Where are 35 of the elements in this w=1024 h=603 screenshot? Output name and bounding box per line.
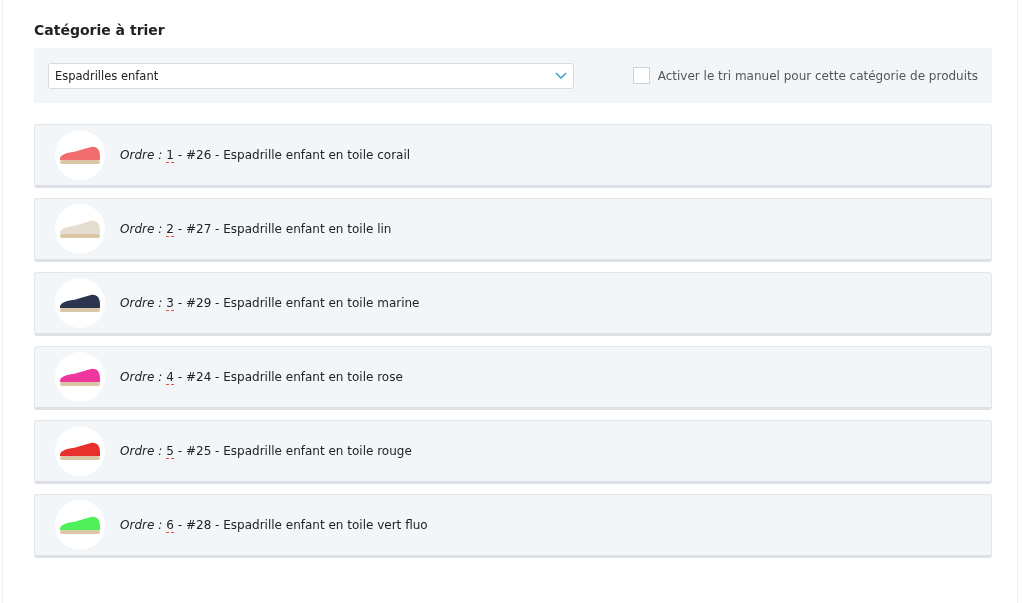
product-title: - #27 - Espadrille enfant en toile lin bbox=[177, 222, 392, 236]
order-label: Ordre : bbox=[120, 370, 163, 384]
shoe-drawing bbox=[57, 218, 103, 240]
product-title: - #29 - Espadrille enfant en toile marine bbox=[177, 296, 420, 310]
product-row[interactable]: Ordre : 4 - #24 - Espadrille enfant en toile rose bbox=[34, 346, 992, 410]
category-select[interactable]: Espadrilles enfant bbox=[48, 62, 574, 89]
section-heading: Catégorie à trier bbox=[34, 22, 166, 38]
order-label: Ordre : bbox=[120, 296, 163, 310]
order-label: Ordre : bbox=[120, 518, 163, 532]
order-number[interactable]: 5 bbox=[166, 443, 174, 459]
shoe-drawing bbox=[57, 144, 103, 166]
manual-sort-checkbox[interactable] bbox=[632, 67, 650, 84]
product-row[interactable]: Ordre : 1 - #26 - Espadrille enfant en toile corail bbox=[34, 124, 992, 188]
product-title: - #26 - Espadrille enfant en toile corail bbox=[177, 148, 411, 162]
shoe-drawing bbox=[57, 366, 103, 388]
order-number[interactable]: 1 bbox=[166, 147, 174, 163]
shoe-drawing bbox=[57, 292, 103, 314]
order-label: Ordre : bbox=[120, 222, 163, 236]
product-row[interactable]: Ordre : 6 - #28 - Espadrille enfant en toile vert fluo bbox=[34, 494, 992, 558]
product-title: - #25 - Espadrille enfant en toile rouge bbox=[177, 444, 412, 458]
shoe-drawing bbox=[57, 440, 103, 462]
order-number[interactable]: 4 bbox=[166, 369, 174, 385]
checkbox-label: Activer le tri manuel pour cette catégorie de produits bbox=[657, 68, 978, 83]
order-number[interactable]: 2 bbox=[166, 221, 174, 237]
order-number[interactable]: 6 bbox=[166, 517, 174, 533]
product-row[interactable]: Ordre : 3 - #29 - Espadrille enfant en toile marine bbox=[34, 272, 992, 336]
product-title: - #24 - Espadrille enfant en toile rose bbox=[177, 370, 403, 384]
product-title: - #28 - Espadrille enfant en toile vert fluo bbox=[177, 518, 428, 532]
order-label: Ordre : bbox=[120, 444, 163, 458]
order-number[interactable]: 3 bbox=[166, 295, 174, 311]
shoe-drawing bbox=[57, 514, 103, 536]
chevron-down-icon bbox=[555, 71, 567, 80]
product-row[interactable]: Ordre : 2 - #27 - Espadrille enfant en toile lin bbox=[34, 198, 992, 262]
product-row[interactable]: Ordre : 5 - #25 - Espadrille enfant en toile rouge bbox=[34, 420, 992, 484]
order-label: Ordre : bbox=[120, 148, 163, 162]
